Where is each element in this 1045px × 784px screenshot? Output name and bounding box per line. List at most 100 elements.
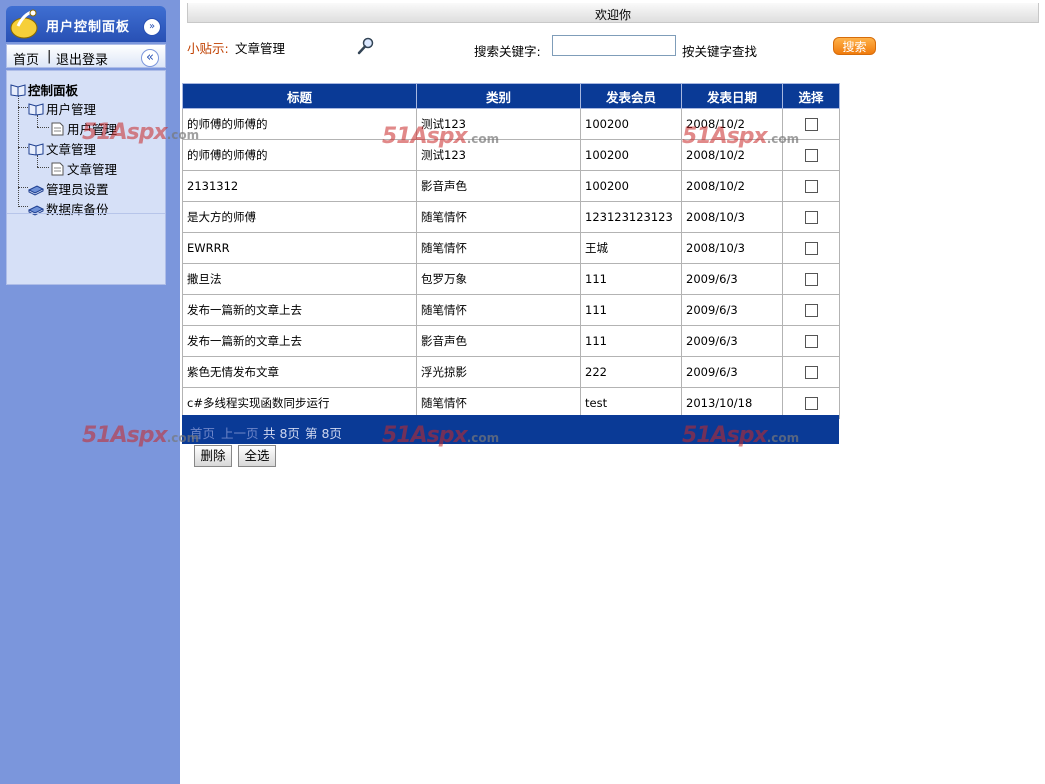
row-select-checkbox[interactable] [804,304,818,317]
row-select-checkbox[interactable] [804,242,818,255]
cell-title: 撒旦法 [182,263,417,295]
article-table: 标题 类别 发表会员 发表日期 选择 的师傅的师傅的 测试123 100200 200… [182,83,840,419]
tip-value: 文章管理 [235,41,286,56]
cell-date: 2009/6/3 [681,263,783,295]
cell-author: 王城 [580,232,682,264]
column-header-date: 发表日期 [681,83,783,109]
cell-title: 的师傅的师傅的 [182,108,417,140]
table-row: 2131312 影音声色 100200 2008/10/2 [182,170,840,202]
tree-item-user-mgmt[interactable]: 用户管理 [28,99,96,117]
tree-item-label: 管理员设置 [46,182,109,197]
row-select-checkbox[interactable] [804,397,818,410]
double-chevron-down-icon[interactable]: » [143,18,161,36]
row-select-checkbox[interactable] [804,273,818,286]
cell-date: 2008/10/2 [681,108,783,140]
cell-category: 随笔情怀 [416,294,581,326]
cell-category: 影音声色 [416,325,581,357]
cell-date: 2008/10/2 [681,139,783,171]
cell-category: 浮光掠影 [416,356,581,388]
pager-current: 第 8页 [305,426,342,441]
tree-item-label: 数据库备份 [46,202,109,217]
nav-tree: 控制面板 用户管理 用户管理 文章管理 文章管理 管理员设置 数据库备份 [6,70,166,285]
search-input[interactable] [552,35,676,56]
row-select-checkbox[interactable] [804,366,818,379]
table-row: 是大方的师傅 随笔情怀 123123123123 2008/10/3 [182,201,840,233]
tree-divider [7,213,165,214]
cell-author: 222 [580,356,682,388]
cell-title: 紫色无情发布文章 [182,356,417,388]
double-chevron-left-icon[interactable]: « [141,49,159,67]
home-link[interactable]: 首页 [13,49,39,68]
tip-label: 小贴示: [187,41,229,56]
logout-link[interactable]: 退出登录 [56,49,108,68]
cell-select [782,325,840,357]
cell-title: EWRRR [182,232,417,264]
sidebar-links: 首页 | 退出登录 « [6,44,166,68]
cell-select [782,201,840,233]
cell-author: 111 [580,325,682,357]
table-row: 发布一篇新的文章上去 随笔情怀 111 2009/6/3 [182,294,840,326]
row-select-checkbox[interactable] [804,211,818,224]
page-icon [51,162,64,176]
select-all-button[interactable]: 全选 [238,445,276,467]
cell-date: 2008/10/2 [681,170,783,202]
cell-date: 2009/6/3 [681,325,783,357]
cell-author: test [580,387,682,419]
welcome-bar: 欢迎你 [187,3,1039,23]
tree-item-admin-settings[interactable]: 管理员设置 [28,179,109,197]
pager: 首页 上一页 共 8页 第 8页 [182,415,839,444]
cell-category: 测试123 [416,108,581,140]
magnifier-icon [357,37,374,55]
tree-root[interactable]: 控制面板 [10,80,78,98]
tree-item-label: 用户管理 [46,102,97,117]
cell-title: 发布一篇新的文章上去 [182,294,417,326]
cell-title: 发布一篇新的文章上去 [182,325,417,357]
open-book-icon [28,103,44,116]
tree-item-article-mgmt[interactable]: 文章管理 [28,139,96,157]
cell-date: 2013/10/18 [681,387,783,419]
row-select-checkbox[interactable] [804,335,818,348]
cell-date: 2008/10/3 [681,232,783,264]
search-hint: 按关键字查找 [682,44,758,59]
table-row: 的师傅的师傅的 测试123 100200 2008/10/2 [182,139,840,171]
row-select-checkbox[interactable] [804,180,818,193]
row-select-checkbox[interactable] [804,118,818,131]
pager-first-link[interactable]: 首页 [190,423,215,442]
tree-item-label: 文章管理 [46,142,97,157]
tree-root-label: 控制面板 [28,83,79,98]
search-button[interactable]: 搜索 [833,37,876,55]
cell-author: 123123123123 [580,201,682,233]
column-header-title: 标题 [182,83,417,109]
tree-item-label: 用户管理 [67,122,118,137]
column-header-author: 发表会员 [580,83,682,109]
cell-select [782,108,840,140]
column-header-select: 选择 [782,83,840,109]
cell-category: 影音声色 [416,170,581,202]
tree-item-label: 文章管理 [67,162,118,177]
link-separator: | [47,49,52,64]
tree-item-db-backup[interactable]: 数据库备份 [28,199,109,217]
panel-title: 用户控制面板 [46,20,131,35]
row-select-checkbox[interactable] [804,149,818,162]
cell-select [782,356,840,388]
cell-category: 随笔情怀 [416,201,581,233]
delete-button[interactable]: 删除 [194,445,232,467]
cell-title: c#多线程实现函数同步运行 [182,387,417,419]
cell-date: 2009/6/3 [681,294,783,326]
table-row: 紫色无情发布文章 浮光掠影 222 2009/6/3 [182,356,840,388]
cell-date: 2008/10/3 [681,201,783,233]
hand-logo-icon [10,9,38,39]
cell-select [782,139,840,171]
cell-select [782,294,840,326]
cell-title: 的师傅的师傅的 [182,139,417,171]
pager-prev-link[interactable]: 上一页 [221,423,259,442]
cell-author: 111 [580,294,682,326]
table-row: c#多线程实现函数同步运行 随笔情怀 test 2013/10/18 [182,387,840,419]
cell-author: 100200 [580,170,682,202]
open-book-icon [28,143,44,156]
cell-author: 100200 [580,139,682,171]
tree-item-article-mgmt-child[interactable]: 文章管理 [49,159,117,177]
tree-item-user-mgmt-child[interactable]: 用户管理 [49,119,117,137]
search-label: 搜索关键字: [474,44,541,59]
column-header-category: 类别 [416,83,581,109]
